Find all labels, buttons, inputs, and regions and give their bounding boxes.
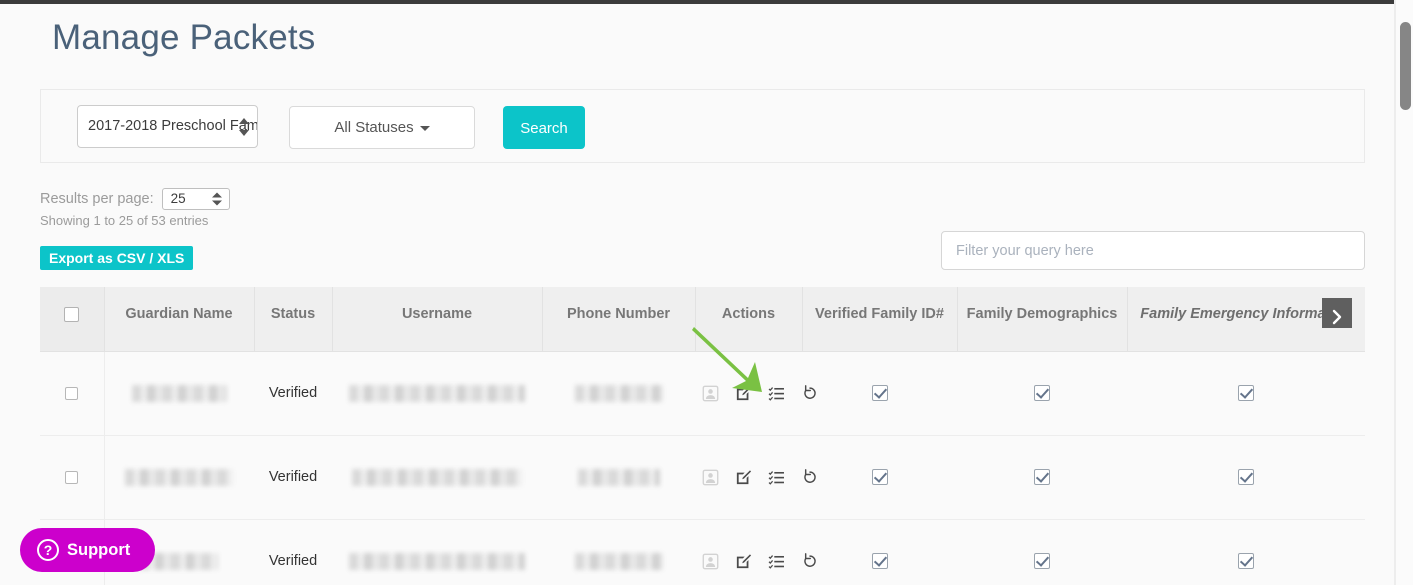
- cell-status: Verified: [254, 435, 332, 520]
- cell-username: [332, 519, 542, 585]
- cell-family-emergency-information: [1127, 435, 1365, 520]
- cell-status: Verified: [254, 519, 332, 585]
- select-all-checkbox[interactable]: [64, 306, 80, 322]
- results-per-page-label: Results per page:: [40, 191, 154, 207]
- redacted-username: [349, 384, 525, 402]
- manage-packets-page: Manage Packets 2017-2018 Preschool Fam A…: [0, 0, 1413, 585]
- browser-scrollbar-track[interactable]: [1395, 0, 1413, 585]
- filter-query-input[interactable]: [941, 231, 1365, 270]
- redacted-phone-number: [574, 552, 663, 570]
- support-button-label: Support: [67, 540, 131, 559]
- chevron-down-icon: [419, 125, 430, 131]
- cell-verified-family-id: [802, 351, 957, 436]
- row-select-checkbox[interactable]: [65, 386, 79, 400]
- user-icon[interactable]: [702, 553, 719, 570]
- question-mark-icon: ?: [37, 539, 59, 561]
- cell-actions: [695, 435, 816, 520]
- cell-actions: [695, 519, 816, 585]
- cell-guardian-name: [104, 351, 254, 436]
- year-program-select-value: 2017-2018 Preschool Fam: [88, 118, 258, 134]
- support-button[interactable]: ? Support: [20, 528, 155, 572]
- edit-icon[interactable]: [735, 553, 752, 570]
- cell-phone-number: [542, 435, 695, 520]
- page-title: Manage Packets: [52, 18, 316, 57]
- packets-table-container: Guardian Name Status Username Phone Numb…: [40, 287, 1365, 585]
- row-select-checkbox[interactable]: [65, 470, 79, 484]
- redacted-guardian-name: [131, 384, 227, 402]
- search-button[interactable]: Search: [503, 106, 585, 149]
- select-all-header: [40, 287, 105, 352]
- browser-top-strip: [0, 0, 1395, 4]
- cell-family-demographics: [957, 435, 1127, 520]
- cell-phone-number: [542, 351, 695, 436]
- cell-username: [332, 351, 542, 436]
- stepper-arrows-icon: [211, 192, 223, 207]
- cell-actions: [695, 351, 816, 436]
- header-phone-number[interactable]: Phone Number: [542, 287, 696, 352]
- table-row: Verified: [40, 351, 1365, 436]
- undo-icon[interactable]: [801, 384, 819, 402]
- table-header-row: Guardian Name Status Username Phone Numb…: [40, 287, 1365, 352]
- verified-family-id-checkbox[interactable]: [871, 553, 888, 570]
- results-per-page-row: Results per page: 25: [40, 188, 230, 210]
- redacted-phone-number: [574, 384, 663, 402]
- user-icon[interactable]: [702, 385, 719, 402]
- browser-scrollbar-thumb[interactable]: [1400, 22, 1411, 110]
- checklist-icon[interactable]: [768, 469, 785, 486]
- family-emergency-info-checkbox[interactable]: [1238, 469, 1254, 486]
- header-family-demographics[interactable]: Family Demographics: [957, 287, 1128, 352]
- export-csv-xls-button[interactable]: Export as CSV / XLS: [40, 246, 194, 270]
- undo-icon[interactable]: [801, 468, 819, 486]
- cell-guardian-name: [104, 435, 254, 520]
- row-select-cell: [40, 351, 105, 436]
- family-emergency-info-checkbox[interactable]: [1238, 553, 1254, 570]
- redacted-username: [349, 552, 525, 570]
- header-username[interactable]: Username: [332, 287, 543, 352]
- family-demographics-checkbox[interactable]: [1034, 385, 1050, 402]
- undo-icon[interactable]: [801, 552, 819, 570]
- cell-username: [332, 435, 542, 520]
- verified-family-id-checkbox[interactable]: [871, 469, 888, 486]
- chevron-right-icon: [1332, 309, 1341, 324]
- cell-status: Verified: [254, 351, 332, 436]
- packets-table-body: Verified Verified Verified: [40, 351, 1365, 585]
- row-select-cell: [40, 435, 105, 520]
- checklist-icon[interactable]: [768, 553, 785, 570]
- cell-family-emergency-information: [1127, 351, 1365, 436]
- header-status[interactable]: Status: [254, 287, 333, 352]
- stepper-arrows-icon: [239, 117, 250, 137]
- cell-family-demographics: [957, 351, 1127, 436]
- family-demographics-checkbox[interactable]: [1034, 553, 1050, 570]
- results-per-page-select[interactable]: 25: [161, 188, 230, 210]
- year-program-select[interactable]: 2017-2018 Preschool Fam: [77, 105, 258, 148]
- family-demographics-checkbox[interactable]: [1034, 469, 1050, 486]
- filter-panel: 2017-2018 Preschool Fam All Statuses Sea…: [40, 89, 1365, 163]
- status-dropdown-value: All Statuses: [334, 119, 414, 136]
- scroll-right-button[interactable]: [1322, 298, 1352, 328]
- packets-table-head: Guardian Name Status Username Phone Numb…: [40, 287, 1365, 352]
- redacted-username: [352, 468, 522, 486]
- table-row: Verified: [40, 435, 1365, 520]
- status-dropdown[interactable]: All Statuses: [289, 106, 475, 149]
- cell-verified-family-id: [802, 435, 957, 520]
- results-per-page-value: 25: [170, 191, 186, 206]
- showing-entries-text: Showing 1 to 25 of 53 entries: [40, 213, 209, 228]
- header-actions[interactable]: Actions: [695, 287, 803, 352]
- user-icon[interactable]: [702, 469, 719, 486]
- verified-family-id-checkbox[interactable]: [871, 385, 888, 402]
- redacted-phone-number: [577, 468, 660, 486]
- header-guardian-name[interactable]: Guardian Name: [104, 287, 255, 352]
- checklist-icon[interactable]: [768, 385, 785, 402]
- redacted-guardian-name: [125, 468, 234, 486]
- cell-family-emergency-information: [1127, 519, 1365, 585]
- cell-verified-family-id: [802, 519, 957, 585]
- edit-icon[interactable]: [735, 385, 752, 402]
- edit-icon[interactable]: [735, 469, 752, 486]
- header-verified-family-id[interactable]: Verified Family ID#: [802, 287, 958, 352]
- cell-phone-number: [542, 519, 695, 585]
- cell-family-demographics: [957, 519, 1127, 585]
- family-emergency-info-checkbox[interactable]: [1238, 385, 1254, 402]
- table-row: Verified: [40, 519, 1365, 585]
- packets-table: Guardian Name Status Username Phone Numb…: [40, 287, 1365, 585]
